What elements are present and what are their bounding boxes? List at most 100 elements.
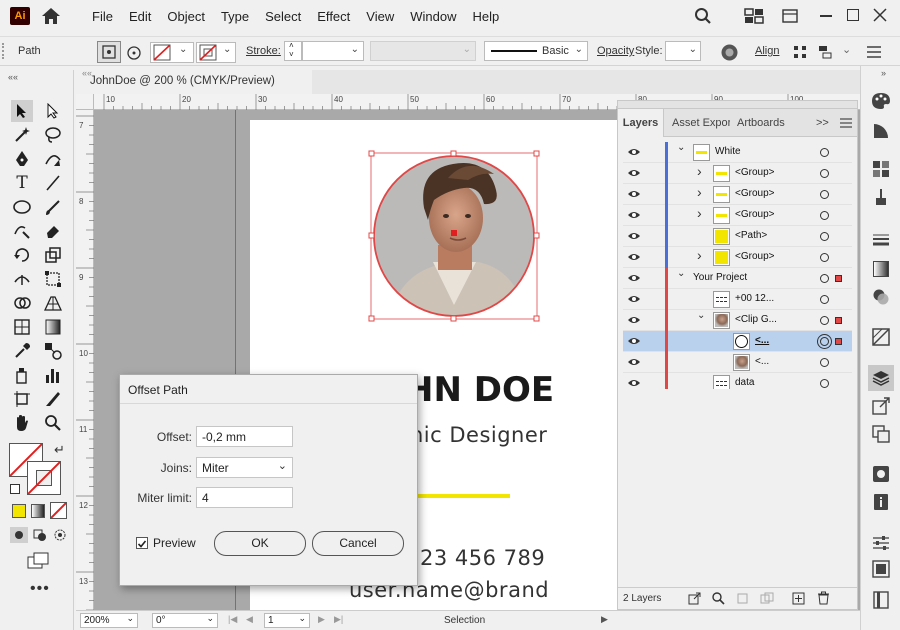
visibility-eye-icon[interactable] [627, 357, 641, 367]
layer-row[interactable]: › <Group> [623, 163, 852, 184]
preview-checkbox[interactable] [136, 537, 148, 549]
target-circle-icon[interactable] [820, 148, 829, 157]
line-segment-tool[interactable] [42, 172, 64, 194]
transform-icon[interactable] [792, 44, 808, 60]
visibility-eye-icon[interactable] [627, 189, 641, 199]
visibility-eye-icon[interactable] [627, 336, 641, 346]
layer-row[interactable]: › <Group> [623, 205, 852, 226]
maximize-icon[interactable] [847, 9, 859, 21]
chevron-down-icon[interactable]: ⌄ [677, 268, 685, 279]
menu-view[interactable]: View [358, 9, 402, 24]
menu-help[interactable]: Help [464, 9, 507, 24]
name-heading[interactable]: HN DOE [405, 370, 554, 410]
close-icon[interactable] [873, 8, 887, 22]
recolor-icon[interactable] [125, 44, 143, 62]
new-layer-icon[interactable] [792, 592, 805, 605]
stroke-swatch[interactable] [27, 461, 61, 495]
menu-effect[interactable]: Effect [309, 9, 358, 24]
eraser-tool[interactable] [42, 220, 64, 242]
previous-artboard-icon[interactable]: ◀ [246, 614, 253, 625]
stroke-label[interactable]: Stroke: [246, 45, 281, 57]
color-panel-button[interactable] [870, 90, 892, 112]
align-label[interactable]: Align [755, 45, 779, 57]
shape-builder-tool[interactable] [11, 292, 33, 314]
swap-fill-stroke-icon[interactable]: ↵ [54, 442, 65, 458]
layers-panel-button[interactable] [868, 365, 894, 391]
stroke-weight-input[interactable]: ⌄ [302, 41, 364, 61]
edit-toolbar-icon[interactable]: ••• [30, 580, 50, 598]
brushes-button[interactable] [870, 186, 892, 208]
gradient-tool[interactable] [42, 316, 64, 338]
status-menu-icon[interactable]: ▶ [601, 614, 608, 625]
draw-behind-icon[interactable] [31, 527, 49, 543]
symbol-sprayer-tool[interactable] [11, 364, 33, 386]
first-artboard-icon[interactable]: |◀ [228, 614, 237, 625]
selection-indicator-icon[interactable] [835, 275, 842, 282]
chevron-down-icon[interactable]: ⌄ [677, 142, 685, 153]
hand-tool[interactable] [11, 412, 33, 434]
layer-row[interactable]: <... [623, 352, 852, 373]
vertical-ruler[interactable]: 7 8 9 10 11 12 13 [76, 110, 94, 630]
visibility-eye-icon[interactable] [627, 273, 641, 283]
menu-type[interactable]: Type [213, 9, 257, 24]
miter-limit-input[interactable] [196, 487, 293, 508]
chevron-right-icon[interactable]: › [697, 205, 702, 221]
zoom-tool[interactable] [42, 412, 64, 434]
variable-width-profile-dropdown[interactable]: ⌄ [370, 41, 476, 61]
visibility-eye-icon[interactable] [627, 294, 641, 304]
arrange-icon[interactable] [818, 44, 836, 60]
more-panels-icon[interactable]: >> [816, 109, 829, 137]
workspace-switcher-icon[interactable] [744, 8, 764, 24]
shaper-tool[interactable] [11, 220, 33, 242]
menu-window[interactable]: Window [402, 9, 464, 24]
chevron-right-icon[interactable]: › [697, 163, 702, 179]
menu-select[interactable]: Select [257, 9, 309, 24]
selection-indicator-icon[interactable] [835, 338, 842, 345]
screen-mode-icon[interactable] [26, 552, 50, 570]
layer-row[interactable]: › <Group> [623, 247, 852, 268]
next-artboard-icon[interactable]: ▶ [318, 614, 325, 625]
artboards-panel-button[interactable] [870, 423, 892, 445]
visibility-eye-icon[interactable] [627, 231, 641, 241]
target-circle-icon[interactable] [820, 232, 829, 241]
slice-tool[interactable] [42, 388, 64, 410]
target-circle-icon[interactable] [820, 379, 829, 388]
chevron-down-icon[interactable]: ⌄ [697, 310, 705, 321]
target-circle-icon[interactable] [820, 295, 829, 304]
column-graph-tool[interactable] [42, 364, 64, 386]
clipping-mask-icon[interactable] [736, 592, 749, 605]
last-artboard-icon[interactable]: ▶| [334, 614, 343, 625]
ruler-origin[interactable] [76, 94, 94, 110]
transparency-button[interactable] [870, 286, 892, 308]
chevron-right-icon[interactable]: › [697, 184, 702, 200]
eyedropper-tool[interactable] [11, 340, 33, 362]
chevron-down-icon[interactable]: ⌄ [842, 43, 851, 56]
perspective-grid-tool[interactable] [42, 292, 64, 314]
color-guide-button[interactable] [870, 120, 892, 142]
gradient-mode-icon[interactable] [31, 504, 45, 518]
properties-panel-button[interactable] [870, 491, 892, 513]
minimize-icon[interactable] [820, 15, 832, 17]
cancel-button[interactable]: Cancel [312, 531, 404, 556]
collapse-tabs-icon[interactable]: «« [82, 68, 92, 78]
graphic-style-dropdown[interactable]: ⌄ [665, 41, 701, 61]
zoom-field[interactable]: 200% ⌄ [80, 613, 138, 628]
stroke-swatch-dropdown[interactable]: ⌄ [196, 42, 236, 63]
color-mode-icon[interactable] [12, 504, 26, 518]
libraries-button[interactable] [870, 463, 892, 485]
fill-swatch-dropdown[interactable]: ⌄ [150, 42, 194, 63]
type-tool[interactable]: T [11, 172, 33, 194]
target-circle-icon[interactable] [820, 316, 829, 325]
none-mode-icon[interactable] [50, 502, 67, 519]
panel-menu-icon[interactable] [840, 118, 852, 128]
rotate-tool[interactable] [11, 244, 33, 266]
tab-layers[interactable]: Layers [618, 109, 664, 137]
menu-file[interactable]: File [84, 9, 121, 24]
layer-row[interactable]: <Path> [623, 226, 852, 247]
offset-input[interactable] [196, 426, 293, 447]
target-circle-icon[interactable] [820, 211, 829, 220]
profile-photo[interactable] [368, 150, 540, 322]
panel-grip[interactable] [617, 100, 858, 108]
layer-row[interactable]: ⌄ Your Project [623, 268, 852, 289]
gradient-panel-button[interactable] [870, 258, 892, 280]
